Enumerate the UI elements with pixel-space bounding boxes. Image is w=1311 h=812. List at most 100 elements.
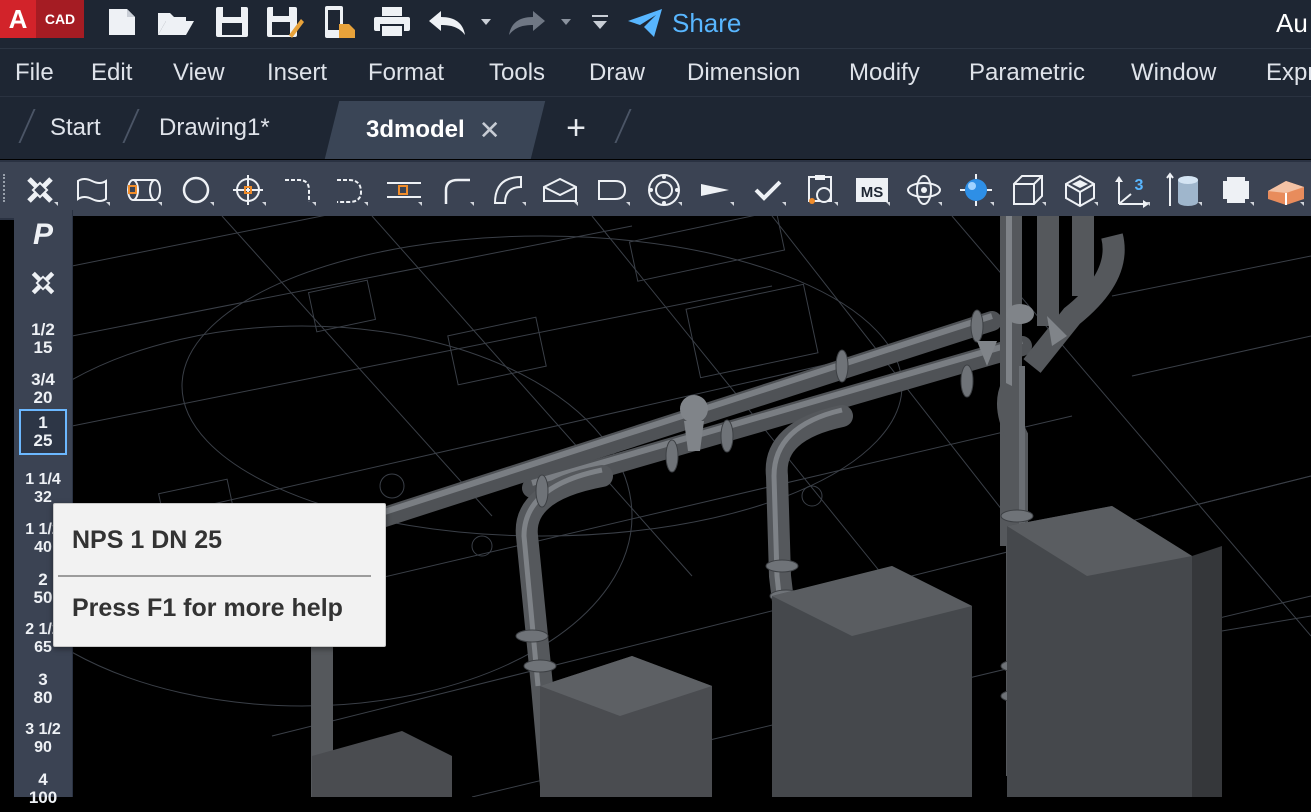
size-nps: 3 1/2 xyxy=(25,721,61,738)
menu-dimension[interactable]: Dimension xyxy=(687,59,800,87)
size-four-inch[interactable]: 4 100 xyxy=(14,766,72,812)
plot-icon[interactable] xyxy=(370,4,414,40)
app-title: Au xyxy=(1276,8,1308,38)
valve-box-icon[interactable] xyxy=(540,170,580,210)
undo-icon[interactable] xyxy=(426,4,468,40)
menu-view[interactable]: View xyxy=(173,59,225,87)
menu-file[interactable]: File xyxy=(15,59,54,87)
bend-icon[interactable] xyxy=(436,170,476,210)
logo-product: CAD xyxy=(36,0,84,38)
size-nps: 3/4 xyxy=(31,370,55,389)
elbow-right-icon[interactable] xyxy=(278,170,318,210)
redo-icon[interactable] xyxy=(506,4,548,40)
size-nps: 1 xyxy=(38,413,48,432)
arrow-tag-icon[interactable] xyxy=(696,170,736,210)
model-space-text: MS xyxy=(861,184,884,201)
save-as-icon[interactable] xyxy=(264,4,306,40)
publish-icon[interactable] xyxy=(318,4,358,40)
tab-drawing1-label: Drawing1* xyxy=(159,114,270,141)
size-dn: 25 xyxy=(33,431,53,450)
size-tooltip: NPS 1 DN 25 Press F1 for more help xyxy=(53,503,386,647)
size-dn: 15 xyxy=(33,338,53,357)
size-three-quarter-inch[interactable]: 3/4 20 xyxy=(14,366,72,412)
size-nps: 1/2 xyxy=(31,320,55,339)
size-three-inch[interactable]: 3 80 xyxy=(14,666,72,712)
redo-dropdown-icon[interactable] xyxy=(558,4,574,40)
menu-window[interactable]: Window xyxy=(1131,59,1216,87)
piping-toolbar: MS 3 xyxy=(0,160,1311,220)
open-icon[interactable] xyxy=(156,4,196,40)
ucs-number: 3 xyxy=(1135,177,1144,194)
close-tab-icon[interactable]: ✕ xyxy=(479,115,501,146)
app-logo[interactable]: A CAD xyxy=(0,0,84,38)
checkmark-icon[interactable] xyxy=(748,170,788,210)
tab-start[interactable]: Start xyxy=(50,97,101,159)
pipe-segment-icon[interactable] xyxy=(124,170,164,210)
size-three-half-inch[interactable]: 3 1/2 90 xyxy=(14,716,72,762)
share-icon xyxy=(628,9,662,37)
render-sphere-icon[interactable] xyxy=(956,170,996,210)
tab-drawing1[interactable]: Drawing1* xyxy=(159,97,270,159)
tab-separator xyxy=(122,109,140,143)
size-half-inch[interactable]: 1/2 15 xyxy=(14,316,72,362)
share-button[interactable]: Share xyxy=(626,6,741,40)
size-dn: 90 xyxy=(34,739,52,756)
save-icon[interactable] xyxy=(212,4,252,40)
pipe-icon[interactable] xyxy=(14,268,72,302)
menu-format[interactable]: Format xyxy=(368,59,444,87)
settings-icon[interactable] xyxy=(800,170,840,210)
customize-icon[interactable] xyxy=(588,4,612,40)
size-dn: 80 xyxy=(33,688,53,707)
logo-letter: A xyxy=(0,0,36,38)
menu-parametric[interactable]: Parametric xyxy=(969,59,1085,87)
cylinder-icon[interactable] xyxy=(1164,170,1204,210)
size-dn: 20 xyxy=(33,388,53,407)
tooltip-help-text: Press F1 for more help xyxy=(72,594,343,622)
tab-start-label: Start xyxy=(50,114,101,141)
share-label: Share xyxy=(672,7,742,38)
tab-3dmodel[interactable]: 3dmodel ✕ xyxy=(366,101,500,159)
elbow-left-icon[interactable] xyxy=(330,170,370,210)
material-icon[interactable] xyxy=(1266,170,1306,210)
file-tab-bar: Start Drawing1* 3dmodel ✕ + xyxy=(0,96,1311,159)
pipe-icon[interactable] xyxy=(20,170,60,210)
reducer-icon[interactable] xyxy=(384,170,424,210)
center-mark-icon[interactable] xyxy=(228,170,268,210)
menu-edit[interactable]: Edit xyxy=(91,59,132,87)
menu-express[interactable]: Expr xyxy=(1266,59,1311,87)
pipe-run-upper xyxy=(362,311,1002,531)
ucs-icon[interactable]: 3 xyxy=(1112,170,1152,210)
pipe-route-icon[interactable] xyxy=(72,170,112,210)
tooltip-title: NPS 1 DN 25 xyxy=(72,526,223,554)
orbit-icon[interactable] xyxy=(904,170,944,210)
size-nps: 3 xyxy=(38,670,48,689)
tooltip-divider xyxy=(58,575,371,577)
flange-icon[interactable] xyxy=(644,170,684,210)
tab-separator xyxy=(614,109,632,143)
equipment-blocks xyxy=(312,506,1222,797)
block-icon[interactable] xyxy=(1216,170,1256,210)
menu-insert[interactable]: Insert xyxy=(267,59,327,87)
size-nps: 4 xyxy=(38,770,48,789)
wire-cube-icon[interactable] xyxy=(1008,170,1048,210)
size-one-inch[interactable]: 1 25 xyxy=(14,409,72,455)
title-bar: A CAD Share Au xyxy=(0,0,1311,48)
palette-letter-p[interactable]: P xyxy=(14,220,72,250)
model-space-icon[interactable]: MS xyxy=(852,170,892,210)
menu-modify[interactable]: Modify xyxy=(849,59,920,87)
toolbar-grip[interactable] xyxy=(3,174,9,202)
tab-3dmodel-label: 3dmodel xyxy=(366,116,465,143)
new-icon[interactable] xyxy=(104,4,140,40)
menu-bar: File Edit View Insert Format Tools Draw … xyxy=(0,48,1311,97)
curved-bend-icon[interactable] xyxy=(488,170,528,210)
menu-tools[interactable]: Tools xyxy=(489,59,545,87)
tab-separator xyxy=(18,109,36,143)
size-dn: 100 xyxy=(28,788,58,807)
undo-dropdown-icon[interactable] xyxy=(478,4,494,40)
new-tab-button[interactable]: + xyxy=(558,105,594,151)
cap-icon[interactable] xyxy=(592,170,632,210)
circle-icon[interactable] xyxy=(176,170,216,210)
menu-draw[interactable]: Draw xyxy=(589,59,645,87)
size-nps: 1 1/4 xyxy=(25,471,61,488)
solid-view-icon[interactable] xyxy=(1060,170,1100,210)
